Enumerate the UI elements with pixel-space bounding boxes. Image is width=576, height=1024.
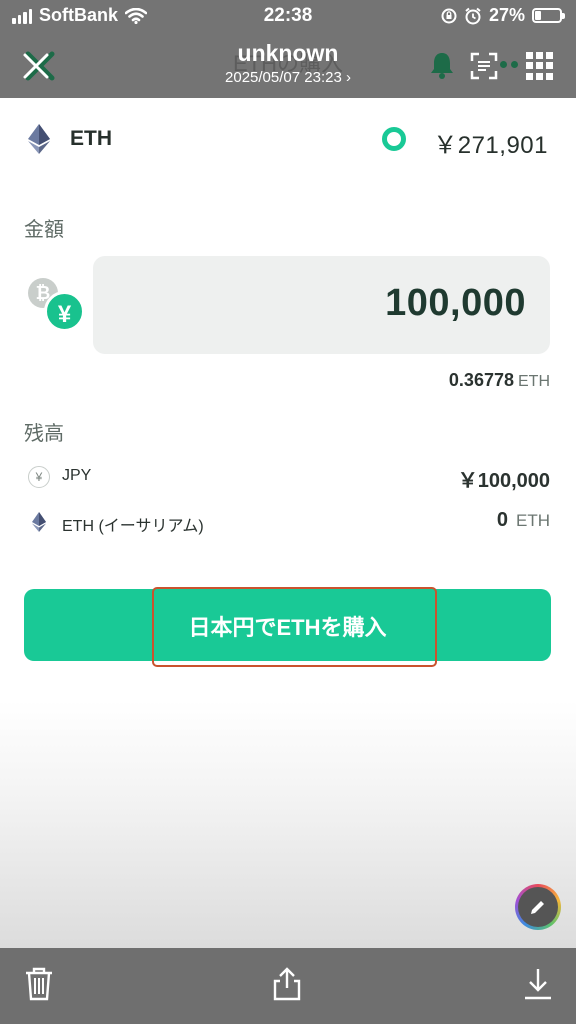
balance-row-eth: ETH (イーサリアム) 0 ETH [0,503,576,543]
pair-symbol: ETH [70,127,112,150]
buy-button-label: 日本円でETHを購入 [188,615,387,640]
balance-name: ETH (イーサリアム) [62,518,204,535]
scan-icon[interactable] [470,52,498,80]
buy-button[interactable]: 日本円でETHを購入 [24,589,551,661]
edit-button[interactable] [515,884,561,930]
converted-unit: ETH [518,373,550,390]
alarm-icon [465,7,481,24]
status-right: 27% [441,5,565,26]
balance-value: 0 ETH [497,509,550,532]
amount-label: 金額 [24,219,64,241]
pair-row[interactable]: ETH ￥271,901 [0,112,576,166]
grid-icon[interactable] [526,52,554,80]
balance-label: 残高 [24,423,64,445]
yen-icon: ¥ [28,466,50,488]
converted-amount: 0.36778 ETH [449,370,550,391]
download-icon[interactable] [521,966,555,1002]
converted-value: 0.36778 [448,370,514,390]
ethereum-icon [32,512,46,532]
battery-percent: 27% [488,5,525,25]
balance-unit: ETH [516,511,550,530]
ethereum-icon [28,124,50,154]
trash-icon[interactable] [22,966,56,1002]
balance-amount: ￥100,000 [457,470,550,492]
amount-value: 100,000 [385,282,526,324]
battery-icon [532,8,565,23]
balance-amount: 0 [496,509,508,531]
balance-value: ￥100,000 [458,464,550,493]
share-icon[interactable] [270,966,304,1002]
status-bar: SoftBank 22:38 27% [0,0,576,32]
pencil-icon [531,901,544,914]
orientation-lock-icon [441,8,457,23]
currency-icons: ₿ ¥ [28,278,88,334]
bottom-toolbar [0,948,576,1024]
balance-row-jpy: ¥ JPY ￥100,000 [0,458,576,498]
bell-icon[interactable] [428,50,456,80]
pair-price: ￥271,901 [433,132,548,159]
viewer-nav: ETHの購入 unknown 2025/05/07 23:23 › [0,32,576,98]
empty-area [0,700,576,948]
yen-icon: ¥ [44,291,85,332]
balance-name: JPY [62,467,92,484]
amount-input[interactable]: 100,000 [93,256,550,354]
refresh-timer-icon [382,127,406,151]
viewer-header: SoftBank 22:38 27% ETHの購入 unknown 2025/0… [0,0,576,98]
more-dots-icon[interactable] [500,61,518,68]
